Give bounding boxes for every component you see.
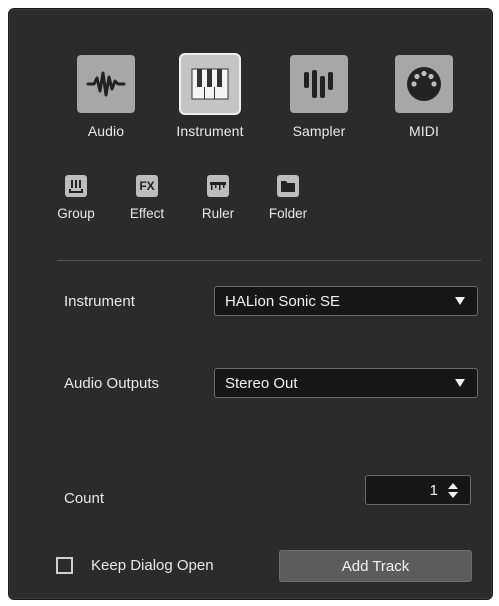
track-type-midi[interactable]: MIDI — [384, 55, 464, 139]
track-type-group[interactable]: Group — [52, 175, 100, 221]
track-type-label: Instrument — [176, 123, 244, 139]
fx-icon: FX — [136, 175, 158, 197]
instrument-dropdown[interactable]: HALion Sonic SE — [214, 286, 478, 316]
folder-icon — [277, 175, 299, 197]
divider — [57, 260, 481, 261]
track-type-folder[interactable]: Folder — [263, 175, 313, 221]
track-type-sampler[interactable]: Sampler — [279, 55, 359, 139]
track-type-effect[interactable]: FX Effect — [121, 175, 173, 221]
add-track-dialog: Audio Instrument Sampler MIDI Group FX E… — [8, 8, 493, 600]
stepper-up-icon[interactable] — [448, 483, 458, 489]
track-type-instrument[interactable]: Instrument — [170, 55, 250, 139]
chevron-down-icon — [455, 379, 465, 387]
instrument-value: HALion Sonic SE — [225, 292, 341, 310]
stepper-down-icon[interactable] — [448, 492, 458, 498]
add-track-button[interactable]: Add Track — [279, 550, 472, 582]
fx-glyph: FX — [139, 179, 155, 193]
track-type-label: Folder — [268, 206, 308, 221]
keep-dialog-open-label: Keep Dialog Open — [91, 557, 214, 574]
sampler-bars-icon — [290, 55, 348, 113]
track-type-audio[interactable]: Audio — [66, 55, 146, 139]
chevron-down-icon — [455, 297, 465, 305]
count-label: Count — [64, 490, 105, 507]
piano-keys-icon — [181, 55, 239, 113]
track-type-label: Audio — [87, 123, 125, 139]
track-type-ruler[interactable]: Ruler — [195, 175, 241, 221]
track-type-label: MIDI — [409, 123, 439, 139]
track-type-label: Group — [57, 206, 95, 221]
instrument-label: Instrument — [64, 293, 135, 310]
audio-outputs-label: Audio Outputs — [64, 375, 160, 392]
midi-connector-icon — [395, 55, 453, 113]
group-icon — [65, 175, 87, 197]
audio-outputs-value: Stereo Out — [225, 374, 298, 392]
count-value: 1 — [429, 482, 438, 499]
ruler-icon — [207, 175, 229, 197]
keep-dialog-open-checkbox[interactable] — [56, 557, 73, 574]
track-type-label: Ruler — [201, 206, 235, 221]
audio-waveform-icon — [77, 55, 135, 113]
audio-outputs-dropdown[interactable]: Stereo Out — [214, 368, 478, 398]
track-type-label: Sampler — [292, 123, 346, 139]
track-type-label: Effect — [129, 206, 165, 221]
count-stepper[interactable]: 1 — [365, 475, 471, 505]
